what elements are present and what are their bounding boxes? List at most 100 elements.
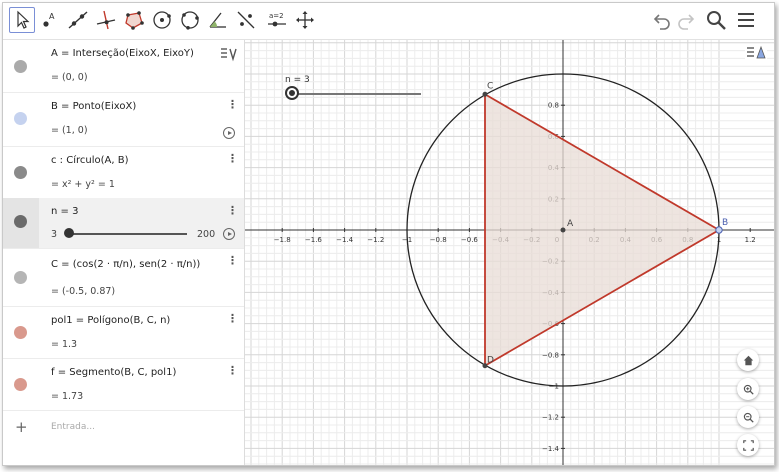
play-animation-icon[interactable] [223, 127, 235, 139]
search-button[interactable] [703, 7, 729, 33]
line-tool[interactable] [65, 7, 91, 33]
reflect-tool[interactable] [233, 7, 259, 33]
visibility-toggle[interactable] [14, 166, 27, 179]
graphics-slider-label: n = 3 [285, 75, 310, 85]
algebra-slider-track[interactable] [67, 233, 187, 235]
algebra-input-field[interactable]: Entrada... [51, 422, 95, 432]
graphics-slider-handle[interactable] [285, 86, 299, 100]
visibility-toggle[interactable] [14, 271, 27, 284]
algebra-view: A = Interseção(EixoX, EixoY) = (0, 0) B … [3, 40, 245, 465]
perpendicular-line-tool[interactable] [93, 7, 119, 33]
algebra-definition[interactable]: n = 3 [51, 206, 78, 217]
menu-icon [738, 13, 754, 27]
algebra-definition[interactable]: f = Segmento(B, C, pol1) [51, 367, 176, 378]
more-options-icon[interactable]: ⋮ [227, 364, 238, 377]
redo-button[interactable] [673, 7, 699, 33]
main-menu-button[interactable] [733, 7, 759, 33]
algebra-definition[interactable]: C = (cos(2 · π/n), sen(2 · π/n)) [51, 259, 200, 270]
circle-center-point-tool-icon [153, 11, 171, 29]
slider-max-label: 200 [197, 229, 216, 240]
y-tick-label: 0.8 [548, 102, 559, 110]
point-tool-icon: A [43, 12, 55, 27]
y-tick-label: −1.2 [542, 414, 559, 422]
visibility-toggle[interactable] [14, 326, 27, 339]
x-tick-label: −1.6 [305, 236, 323, 244]
move-tool-icon [17, 10, 30, 29]
zoom-out-button[interactable] [737, 406, 759, 428]
play-animation-icon[interactable] [223, 228, 235, 240]
svg-text:a=2: a=2 [269, 12, 284, 20]
algebra-definition[interactable]: c : Círculo(A, B) [51, 155, 128, 166]
algebra-row-c[interactable]: c : Círculo(A, B) = x² + y² = 1 ⋮ [3, 146, 244, 199]
home-button[interactable] [737, 349, 759, 371]
fullscreen-icon [742, 439, 754, 451]
fullscreen-button[interactable] [737, 434, 759, 456]
graphics-style-bar-toggle[interactable] [745, 44, 767, 62]
undo-icon [653, 14, 670, 30]
point-label-A: A [567, 219, 574, 229]
reflect-tool-icon [237, 11, 255, 29]
graphics-canvas[interactable]: −1.8−1.6−1.4−1.2−1−0.8−0.6−0.4−0.200.20.… [245, 40, 774, 465]
slider-handle-dot [289, 90, 295, 96]
geogebra-window: A a=2 A = Interseção(EixoX, EixoY) = (0,… [2, 2, 775, 466]
point-tool[interactable]: A [37, 7, 63, 33]
algebra-value: = x² + y² = 1 [51, 179, 115, 190]
move-graphics-view-tool[interactable] [292, 7, 318, 33]
more-options-icon[interactable]: ⋮ [227, 152, 238, 165]
slider-tool-icon: a=2 [268, 12, 286, 27]
slider-min-label: 3 [51, 229, 58, 240]
algebra-row-f[interactable]: f = Segmento(B, C, pol1) = 1.73 ⋮ [3, 358, 244, 411]
algebra-definition[interactable]: A = Interseção(EixoX, EixoY) [51, 48, 194, 59]
home-icon [743, 355, 753, 365]
graphics-slider-track[interactable] [291, 93, 421, 95]
visibility-toggle[interactable] [14, 60, 27, 73]
visibility-toggle[interactable] [14, 215, 27, 228]
undo-button[interactable] [649, 7, 675, 33]
more-options-icon[interactable]: ⋮ [227, 204, 238, 217]
svg-text:A: A [49, 12, 55, 21]
algebra-input-row[interactable]: + Entrada... [3, 410, 244, 446]
line-tool-icon [68, 11, 88, 29]
more-options-icon[interactable]: ⋮ [227, 98, 238, 111]
zoom-in-icon [743, 384, 754, 395]
algebra-row-B[interactable]: B = Ponto(EixoX) = (1, 0) ⋮ [3, 92, 244, 147]
x-tick-label: 1.2 [745, 236, 756, 244]
circle-center-point-tool[interactable] [149, 7, 175, 33]
graphics-style-icon [747, 45, 766, 59]
algebra-row-n[interactable]: n = 3 3 200 ⋮ [3, 198, 244, 249]
angle-tool[interactable] [205, 7, 231, 33]
point-label-B: B [722, 218, 728, 228]
x-tick-label: −0.6 [461, 236, 479, 244]
algebra-definition[interactable]: B = Ponto(EixoX) [51, 101, 136, 112]
polygon-tool[interactable] [121, 7, 147, 33]
algebra-row-C[interactable]: C = (cos(2 · π/n), sen(2 · π/n)) = (-0.5… [3, 248, 244, 307]
more-options-icon[interactable]: ⋮ [227, 312, 238, 325]
move-tool[interactable] [9, 7, 35, 33]
perpendicular-line-tool-icon [96, 10, 116, 30]
algebra-slider-handle[interactable] [64, 228, 74, 238]
algebra-value: = (0, 0) [51, 72, 88, 83]
visibility-toggle[interactable] [14, 378, 27, 391]
search-icon [707, 11, 726, 30]
algebra-definition[interactable]: pol1 = Polígono(B, C, n) [51, 315, 170, 326]
more-options-icon[interactable]: ⋮ [227, 254, 238, 267]
y-tick-label: −1.4 [542, 445, 560, 453]
angle-tool-icon [209, 12, 226, 28]
visibility-toggle[interactable] [14, 112, 27, 125]
toolbar: A a=2 [3, 3, 774, 40]
algebra-row-A[interactable]: A = Interseção(EixoX, EixoY) = (0, 0) [3, 40, 244, 93]
circle-three-points-tool[interactable] [177, 7, 203, 33]
x-tick-label: −1.8 [274, 236, 291, 244]
algebra-row-pol1[interactable]: pol1 = Polígono(B, C, n) = 1.3 ⋮ [3, 306, 244, 359]
circle-three-points-tool-icon [181, 11, 199, 30]
graphics-view[interactable]: −1.8−1.6−1.4−1.2−1−0.8−0.6−0.4−0.200.20.… [245, 40, 774, 465]
point-C [482, 91, 488, 97]
algebra-value: = (1, 0) [51, 125, 88, 136]
y-tick-label: −0.8 [542, 351, 559, 359]
x-tick-label: −1.4 [336, 236, 354, 244]
slider-tool[interactable]: a=2 [264, 7, 290, 33]
zoom-in-button[interactable] [737, 378, 759, 400]
point-label-D: D [487, 356, 494, 366]
add-icon[interactable]: + [15, 418, 28, 436]
redo-icon [678, 14, 695, 30]
